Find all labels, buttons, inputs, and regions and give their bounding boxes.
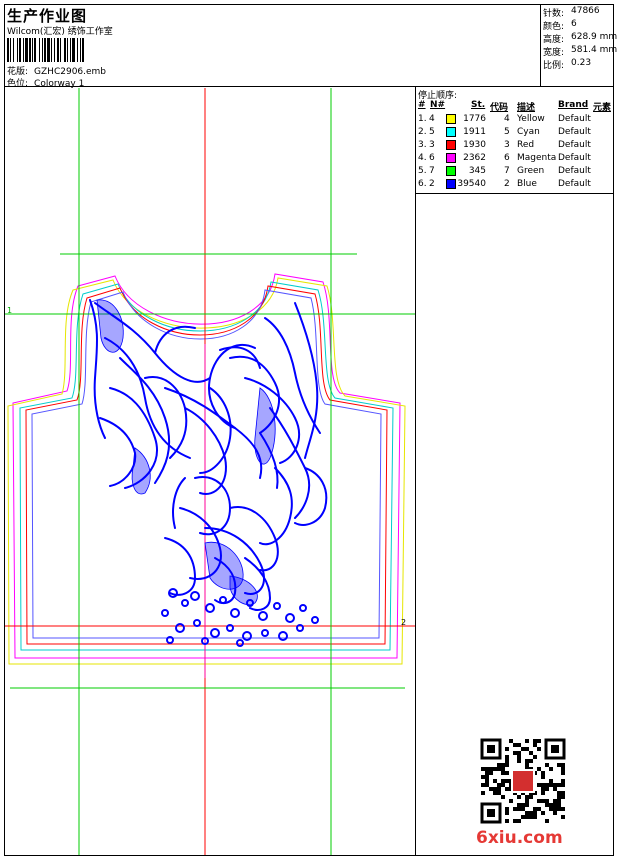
row-index: 4. (418, 153, 427, 163)
stop-sequence-row: 5. 7 345 7 Green Default (416, 166, 614, 179)
row-needle: 6 (429, 153, 435, 163)
stat-width: 宽度: 581.4 mm (543, 45, 618, 58)
row-code: 4 (504, 114, 510, 124)
row-description: Green (517, 166, 545, 176)
row-index: 3. (418, 140, 427, 150)
row-needle: 4 (429, 114, 435, 124)
qr-code-icon (480, 738, 566, 824)
row-index: 2. (418, 127, 427, 137)
row-index: 1. (418, 114, 427, 124)
row-brand: Default (558, 179, 591, 189)
col-header-brand: Brand (558, 100, 589, 110)
stop-sequence-row: 1. 4 1776 4 Yellow Default (416, 114, 614, 127)
row-code: 2 (504, 179, 510, 189)
stop-sequence-row: 6. 2 39540 2 Blue Default (416, 179, 614, 192)
row-description: Yellow (517, 114, 545, 124)
row-code: 3 (504, 140, 510, 150)
qr-logo-icon (513, 771, 533, 791)
col-header-element: 元素 (593, 103, 612, 113)
row-code: 5 (504, 127, 510, 137)
row-index: 5. (418, 166, 427, 176)
color-swatch (446, 153, 456, 163)
outline-magenta (12, 273, 401, 659)
guide-lines (5, 88, 415, 855)
row-needle: 7 (429, 166, 435, 176)
row-description: Magenta (517, 153, 557, 163)
stat-stitches: 针数: 47866 (543, 6, 600, 19)
col-header-index: # (418, 100, 426, 110)
watermark-site: 6xiu.com (476, 828, 563, 848)
stop-sequence-panel: 停止顺序: # N# St. 代码 描述 Brand 元素 1. 4 1776 4 Ye… (415, 87, 614, 194)
row-stitches: 1776 (463, 114, 486, 124)
row-stitches: 1930 (463, 140, 486, 150)
row-stitches: 2362 (463, 153, 486, 163)
row-description: Blue (517, 179, 537, 189)
stat-colors: 颜色: 6 (543, 19, 577, 32)
row-brand: Default (558, 140, 591, 150)
page-title: 生产作业图 (7, 7, 88, 25)
row-needle: 3 (429, 140, 435, 150)
row-brand: Default (558, 153, 591, 163)
color-swatch (446, 140, 456, 150)
col-header-description: 描述 (517, 103, 536, 113)
outline-red (25, 285, 388, 645)
row-needle: 2 (429, 179, 435, 189)
row-code: 6 (504, 153, 510, 163)
row-code: 7 (504, 166, 510, 176)
row-description: Cyan (517, 127, 540, 137)
color-swatch (446, 166, 456, 176)
color-swatch (446, 114, 456, 124)
row-brand: Default (558, 114, 591, 124)
stat-height: 高度: 628.9 mm (543, 32, 618, 45)
outline-cyan (19, 281, 394, 651)
row-index: 6. (418, 179, 427, 189)
row-brand: Default (558, 127, 591, 137)
panel-divider (415, 194, 416, 856)
stop-sequence-row: 4. 6 2362 6 Magenta Default (416, 153, 614, 166)
header-info: 生产作业图 Wilcom(汇宏) 绣饰工作室 花版: GZHC2906.emb 色… (4, 4, 541, 89)
color-swatch (446, 179, 456, 189)
col-header-code: 代码 (490, 103, 509, 113)
row-needle: 5 (429, 127, 435, 137)
row-stitches: 1911 (463, 127, 486, 137)
col-header-needle: N# (430, 100, 446, 110)
color-swatch (446, 127, 456, 137)
row-description: Red (517, 140, 535, 150)
guide-marker-2: 2 (401, 618, 406, 627)
row-stitches: 39540 (457, 179, 486, 189)
company-name: Wilcom(汇宏) 绣饰工作室 (7, 27, 113, 37)
guide-marker-1: 1 (7, 306, 12, 315)
stat-scale: 比例: 0.23 (543, 58, 592, 71)
row-brand: Default (558, 166, 591, 176)
col-header-stitches: St. (471, 100, 486, 110)
outline-blue-thin (31, 289, 382, 639)
barcode-icon (7, 38, 84, 62)
design-canvas: 1 2 (5, 88, 415, 855)
stop-sequence-row: 3. 3 1930 3 Red Default (416, 140, 614, 153)
stop-sequence-row: 2. 5 1911 5 Cyan Default (416, 127, 614, 140)
design-stats: 针数: 47866 颜色: 6 高度: 628.9 mm 宽度: 581.4 mm 比例… (541, 4, 618, 87)
row-stitches: 345 (468, 166, 486, 176)
